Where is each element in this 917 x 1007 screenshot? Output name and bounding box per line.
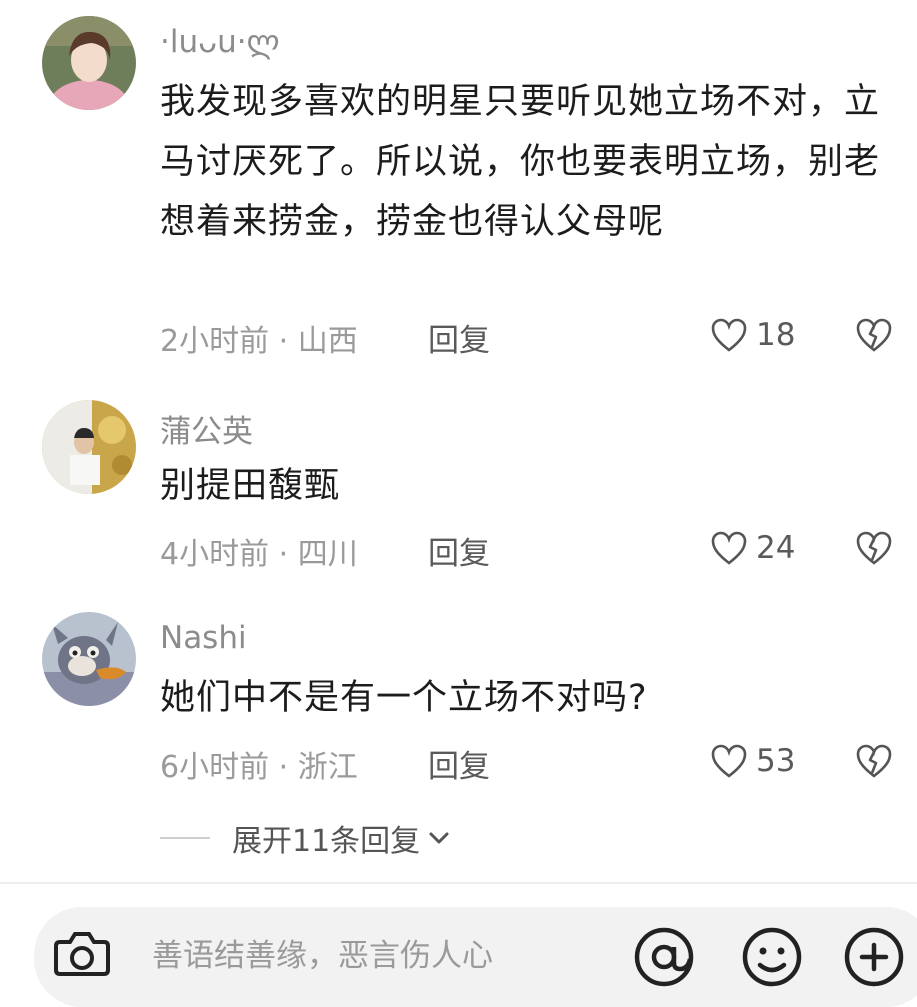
avatar[interactable] (42, 16, 136, 110)
expand-replies-button[interactable]: 展开11条回复 (160, 816, 452, 860)
comment-text: 我发现多喜欢的明星只要听见她立场不对，立马讨厌死了。所以说，你也要表明立场，别老… (160, 82, 881, 242)
comment-location: 浙江 (297, 750, 358, 785)
plus-icon[interactable] (842, 925, 906, 989)
comment-meta: 2小时前 · 山西 (160, 316, 358, 360)
like-button[interactable]: 53 (710, 743, 795, 779)
heart-icon (711, 531, 747, 565)
username[interactable]: Nashi (160, 620, 247, 656)
comment-location: 山西 (297, 324, 358, 359)
like-count: 18 (756, 317, 796, 353)
reply-button[interactable]: 回复 (428, 528, 490, 573)
broken-heart-icon (856, 744, 892, 778)
username[interactable]: 蒲公英 (160, 406, 253, 451)
like-count: 24 (756, 530, 796, 566)
comment-time: 2小时前 (160, 324, 270, 359)
avatar[interactable] (42, 612, 136, 706)
heart-icon (711, 744, 747, 778)
comment-text: 别提田馥甄 (160, 466, 341, 506)
comment-meta: 6小时前 · 浙江 (160, 742, 358, 786)
section-divider (0, 882, 917, 884)
dislike-button[interactable] (855, 530, 893, 566)
broken-heart-icon (856, 318, 892, 352)
comment-time: 6小时前 (160, 750, 270, 785)
username[interactable]: ·luᴗu·ლ (160, 24, 280, 60)
meta-separator: · (278, 324, 298, 359)
broken-heart-icon (856, 531, 892, 565)
meta-separator: · (278, 537, 298, 572)
like-count: 53 (756, 743, 796, 779)
meta-separator: · (278, 750, 298, 785)
emoji-icon[interactable] (740, 925, 804, 989)
reply-button[interactable]: 回复 (428, 315, 490, 360)
comment-text: 她们中不是有一个立场不对吗? (160, 678, 648, 718)
like-button[interactable]: 18 (710, 317, 795, 353)
comment-meta: 4小时前 · 四川 (160, 529, 358, 573)
expand-divider-line (160, 837, 210, 839)
at-icon[interactable] (632, 925, 696, 989)
reply-button[interactable]: 回复 (428, 741, 490, 786)
avatar[interactable] (42, 400, 136, 494)
heart-icon (711, 318, 747, 352)
camera-icon[interactable] (52, 928, 112, 976)
expand-replies-label: 展开11条回复 (232, 824, 421, 859)
comment-time: 4小时前 (160, 537, 270, 572)
comment-input[interactable]: 善语结善缘，恶言伤人心 (152, 930, 493, 975)
dislike-button[interactable] (855, 743, 893, 779)
dislike-button[interactable] (855, 317, 893, 353)
comment-location: 四川 (297, 537, 358, 572)
chevron-down-icon (429, 832, 449, 844)
like-button[interactable]: 24 (710, 530, 795, 566)
